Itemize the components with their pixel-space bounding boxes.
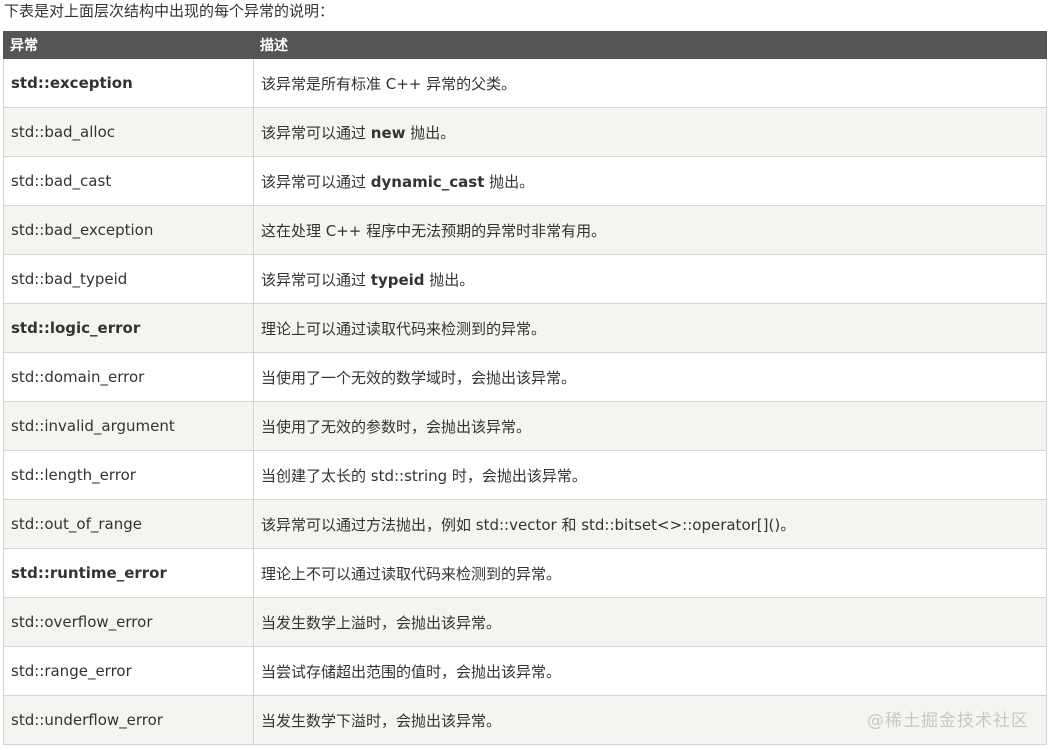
header-exception: 异常: [3, 31, 254, 59]
exception-name: std::bad_alloc: [3, 107, 254, 157]
description-text: 理论上不可以通过读取代码来检测到的异常。: [261, 564, 562, 583]
exception-description: 该异常是所有标准 C++ 异常的父类。: [253, 58, 1047, 108]
table-row: std::overflow_error 当发生数学上溢时，会抛出该异常。: [3, 597, 1047, 647]
table-header: 异常 描述: [3, 31, 1047, 59]
description-text: 当尝试存储超出范围的值时，会抛出该异常。: [261, 662, 562, 681]
description-text-suffix: 抛出。: [405, 123, 456, 142]
table-row: std::bad_cast 该异常可以通过 dynamic_cast 抛出。: [3, 156, 1047, 206]
exception-description: 当使用了无效的参数时，会抛出该异常。: [253, 401, 1047, 451]
table-row: std::bad_typeid 该异常可以通过 typeid 抛出。: [3, 254, 1047, 304]
description-text: 当创建了太长的 std::string 时，会抛出该异常。: [261, 466, 587, 485]
exception-name: std::runtime_error: [3, 548, 254, 598]
table-row: std::bad_exception 这在处理 C++ 程序中无法预期的异常时非常…: [3, 205, 1047, 255]
description-text: 理论上可以通过读取代码来检测到的异常。: [261, 319, 547, 338]
exception-name: std::range_error: [3, 646, 254, 696]
description-text: 该异常是所有标准 C++ 异常的父类。: [261, 74, 517, 93]
exception-name: std::logic_error: [3, 303, 254, 353]
description-code-term: dynamic_cast: [370, 172, 485, 191]
exception-name: std::domain_error: [3, 352, 254, 402]
header-description: 描述: [253, 31, 1047, 59]
table-row: std::domain_error 当使用了一个无效的数学域时，会抛出该异常。: [3, 352, 1047, 402]
table-row: std::invalid_argument 当使用了无效的参数时，会抛出该异常。: [3, 401, 1047, 451]
description-text-suffix: 抛出。: [484, 172, 535, 191]
description-text: 当使用了一个无效的数学域时，会抛出该异常。: [261, 368, 577, 387]
exception-name: std::length_error: [3, 450, 254, 500]
description-text: 当发生数学下溢时，会抛出该异常。: [261, 711, 502, 730]
exception-description: 该异常可以通过方法抛出，例如 std::vector 和 std::bitset…: [253, 499, 1047, 549]
table-row: std::logic_error 理论上可以通过读取代码来检测到的异常。: [3, 303, 1047, 353]
exception-name: std::invalid_argument: [3, 401, 254, 451]
exception-table: 异常 描述 std::exception 该异常是所有标准 C++ 异常的父类。 s…: [3, 31, 1047, 745]
description-text: 该异常可以通过方法抛出，例如 std::vector 和 std::bitset…: [261, 515, 796, 534]
table-row: std::range_error 当尝试存储超出范围的值时，会抛出该异常。: [3, 646, 1047, 696]
table-row: std::length_error 当创建了太长的 std::string 时，会…: [3, 450, 1047, 500]
table-row: std::exception 该异常是所有标准 C++ 异常的父类。: [3, 58, 1047, 108]
exception-description: 这在处理 C++ 程序中无法预期的异常时非常有用。: [253, 205, 1047, 255]
description-code-term: new: [370, 123, 406, 142]
exception-name: std::bad_exception: [3, 205, 254, 255]
description-text-suffix: 抛出。: [424, 270, 475, 289]
table-row: std::bad_alloc 该异常可以通过 new 抛出。: [3, 107, 1047, 157]
description-text: 该异常可以通过: [261, 270, 371, 289]
description-text: 这在处理 C++ 程序中无法预期的异常时非常有用。: [261, 221, 607, 240]
exception-description: 该异常可以通过 typeid 抛出。: [253, 254, 1047, 304]
exception-table-container: 异常 描述 std::exception 该异常是所有标准 C++ 异常的父类。 s…: [3, 31, 1047, 745]
exception-name: std::underflow_error: [3, 695, 254, 745]
exception-description: 当发生数学上溢时，会抛出该异常。: [253, 597, 1047, 647]
exception-name: std::bad_typeid: [3, 254, 254, 304]
table-row: std::runtime_error 理论上不可以通过读取代码来检测到的异常。: [3, 548, 1047, 598]
watermark: @稀土掘金技术社区: [867, 711, 1029, 731]
exception-description: 该异常可以通过 new 抛出。: [253, 107, 1047, 157]
description-code-term: typeid: [370, 270, 425, 289]
exception-description: 当使用了一个无效的数学域时，会抛出该异常。: [253, 352, 1047, 402]
description-text: 当发生数学上溢时，会抛出该异常。: [261, 613, 502, 632]
exception-name: std::overflow_error: [3, 597, 254, 647]
exception-name: std::exception: [3, 58, 254, 108]
exception-name: std::bad_cast: [3, 156, 254, 206]
exception-description: 该异常可以通过 dynamic_cast 抛出。: [253, 156, 1047, 206]
table-row: std::out_of_range 该异常可以通过方法抛出，例如 std::vec…: [3, 499, 1047, 549]
description-text: 当使用了无效的参数时，会抛出该异常。: [261, 417, 532, 436]
table-header-row: 异常 描述: [3, 31, 1047, 59]
description-text: 该异常可以通过: [261, 172, 371, 191]
exception-description: 当尝试存储超出范围的值时，会抛出该异常。: [253, 646, 1047, 696]
exception-description: 当创建了太长的 std::string 时，会抛出该异常。: [253, 450, 1047, 500]
intro-text: 下表是对上面层次结构中出现的每个异常的说明：: [4, 2, 335, 20]
exception-description: 理论上可以通过读取代码来检测到的异常。: [253, 303, 1047, 353]
table-body: std::exception 该异常是所有标准 C++ 异常的父类。std::ba…: [3, 58, 1047, 745]
description-text: 该异常可以通过: [261, 123, 371, 142]
exception-description: 理论上不可以通过读取代码来检测到的异常。: [253, 548, 1047, 598]
exception-name: std::out_of_range: [3, 499, 254, 549]
